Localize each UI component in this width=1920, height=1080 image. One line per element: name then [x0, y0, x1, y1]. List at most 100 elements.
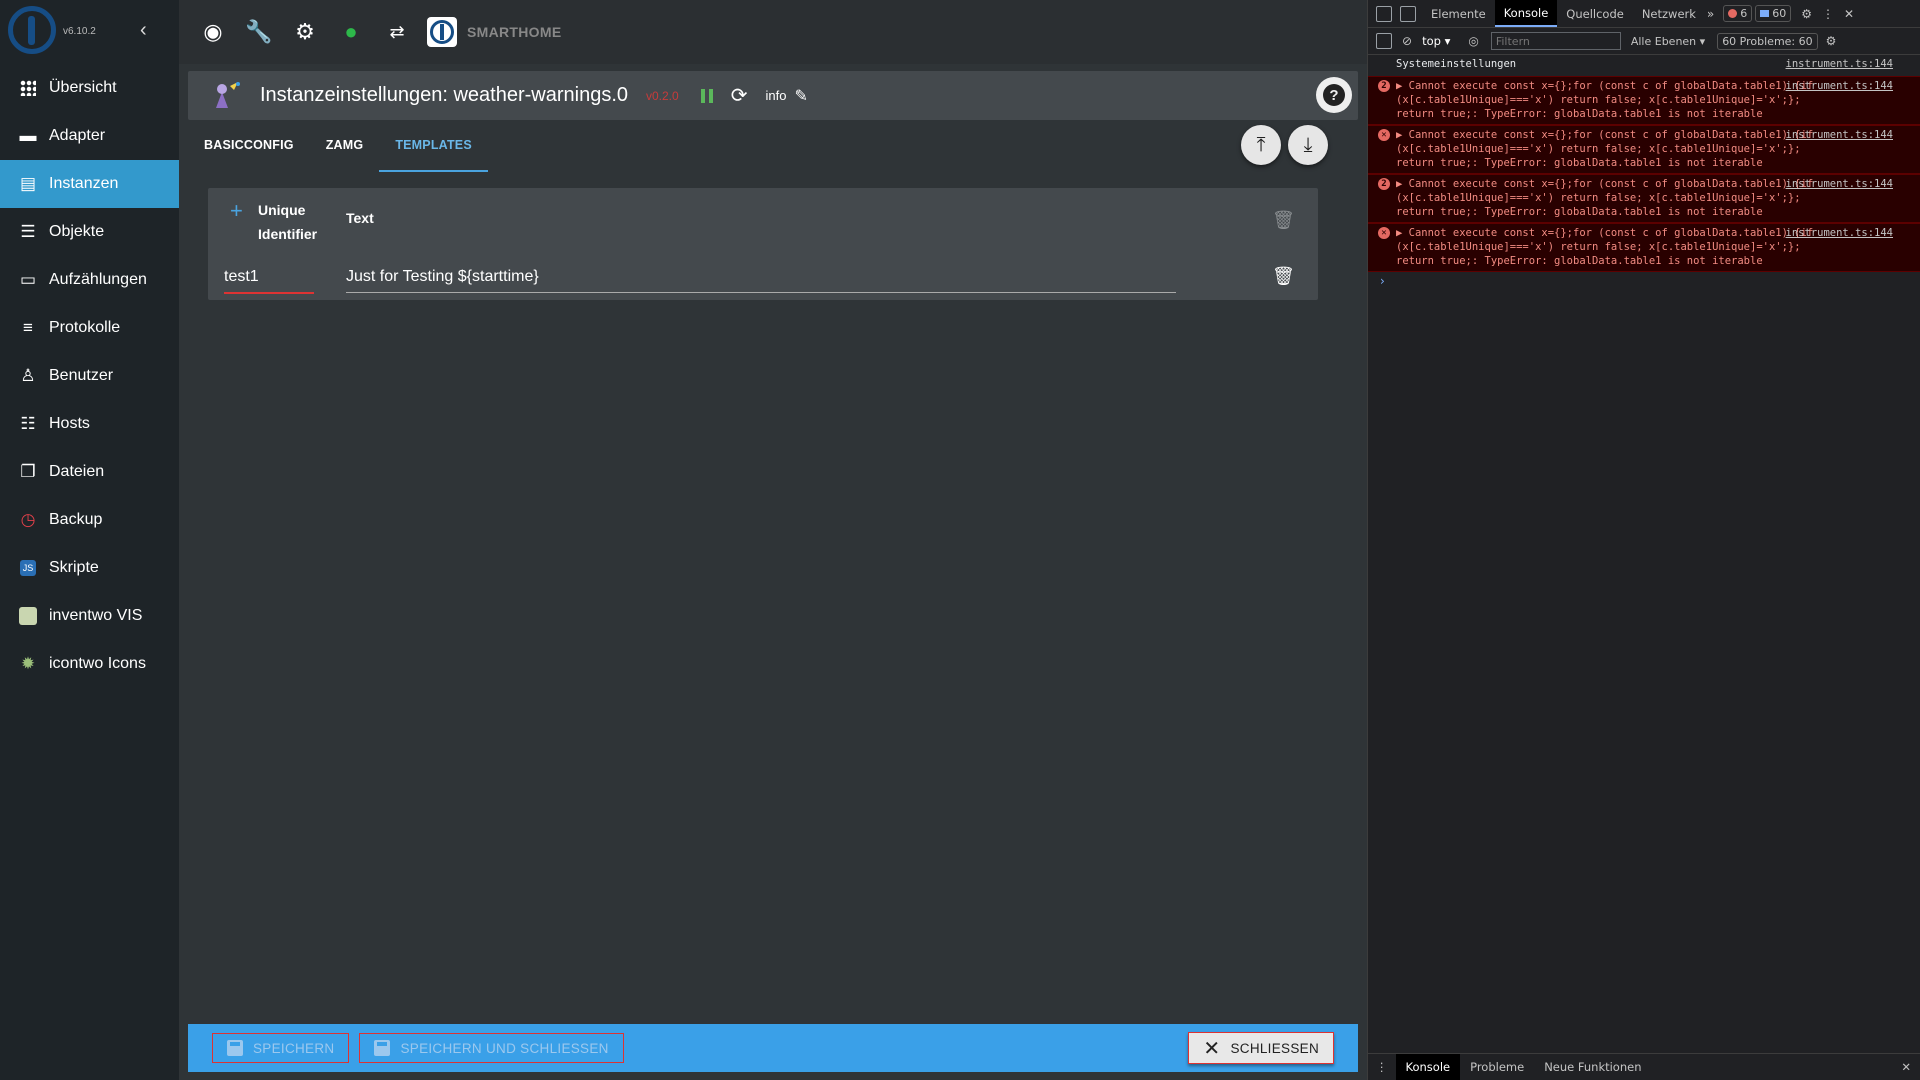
repeat-count-badge: 2	[1378, 80, 1390, 92]
sidebar-item-label: Übersicht	[49, 79, 117, 96]
sidebar-item-adapter[interactable]: ▬ Adapter	[0, 112, 179, 160]
log-entry-error[interactable]: ✕ ▶ Cannot execute const x={};for (const…	[1368, 223, 1920, 272]
instance-header: Instanzeinstellungen: weather-warnings.0…	[188, 71, 1358, 120]
message-icon	[1760, 10, 1770, 17]
drawer-tab-console[interactable]: Konsole	[1395, 1054, 1461, 1080]
tab-sources[interactable]: Quellcode	[1557, 0, 1633, 27]
download-button[interactable]: ⤓	[1288, 125, 1328, 165]
tab-elements[interactable]: Elemente	[1422, 0, 1495, 27]
sidebar-item-aufzaehlungen[interactable]: ▭ Aufzählungen	[0, 256, 179, 304]
sidebar-toggle-icon[interactable]	[1376, 33, 1392, 49]
sidebar-item-label: Adapter	[49, 127, 106, 144]
save-icon	[374, 1040, 391, 1056]
sidebar-item-hosts[interactable]: ☷ Hosts	[0, 400, 179, 448]
pause-icon[interactable]	[700, 88, 713, 103]
device-toggle-icon[interactable]	[1400, 5, 1416, 22]
issue-badges[interactable]: 6 60	[1720, 5, 1792, 22]
console-prompt[interactable]: ›	[1368, 274, 1920, 288]
settings-icon[interactable]: ⚙	[1801, 7, 1812, 21]
delete-row-icon[interactable]: 🗑	[1272, 266, 1295, 287]
console-log: Systemeinstellungen instrument.ts:144 2 …	[1368, 55, 1920, 288]
drawer-tab-issues[interactable]: Probleme	[1460, 1054, 1534, 1080]
sidebar-item-icontwo-icons[interactable]: ✹ icontwo Icons	[0, 640, 179, 688]
instances-icon: ▤	[19, 174, 37, 193]
top-toolbar: ◉ 🔧 ⚙ ● ⇄ SMARTHOME	[179, 0, 1367, 64]
page-title: Instanzeinstellungen: weather-warnings.0	[260, 84, 628, 106]
iobroker-logo[interactable]	[8, 6, 56, 54]
drawer-menu-icon[interactable]: ⋮	[1368, 1060, 1396, 1074]
sidebar-item-dateien[interactable]: ❐ Dateien	[0, 448, 179, 496]
help-button[interactable]: ?	[1316, 77, 1352, 113]
uid-field[interactable]: test1	[224, 268, 314, 294]
pencil-icon[interactable]: ✎	[794, 86, 807, 106]
tab-basicconfig[interactable]: BASICCONFIG	[188, 120, 310, 170]
sidebar-item-label: Hosts	[49, 415, 90, 432]
sidebar-item-objekte[interactable]: ☰ Objekte	[0, 208, 179, 256]
chevron-left-icon[interactable]: ‹	[140, 20, 147, 40]
sidebar: v6.10.2 ‹ Übersicht ▬ Adapter ▤ Instanze…	[0, 0, 179, 1080]
upload-button[interactable]: ⤒	[1241, 125, 1281, 165]
save-button[interactable]: SPEICHERN	[212, 1033, 350, 1063]
console-toolbar: ⊘ top ▾ ◎ Alle Ebenen ▾ 60 Probleme: 60 …	[1368, 28, 1920, 55]
list-icon: ☰	[20, 222, 36, 241]
source-link[interactable]: instrument.ts:144	[1786, 79, 1893, 93]
sidebar-item-inventwo-vis[interactable]: inventwo VIS	[0, 592, 179, 640]
kebab-menu-icon[interactable]: ⋮	[1822, 7, 1834, 21]
sidebar-item-uebersicht[interactable]: Übersicht	[0, 64, 179, 112]
eye-icon[interactable]: ◉	[201, 19, 225, 44]
tab-templates[interactable]: TEMPLATES	[379, 120, 488, 172]
user-icon: ♙	[20, 366, 36, 385]
close-icon: ✕	[1203, 1037, 1221, 1060]
filter-input[interactable]	[1490, 32, 1621, 50]
tab-console[interactable]: Konsole	[1494, 0, 1558, 27]
adapter-logo	[208, 78, 244, 114]
repeat-count-badge: 2	[1378, 178, 1390, 190]
more-tabs-icon[interactable]: »	[1707, 7, 1714, 21]
source-link[interactable]: instrument.ts:144	[1786, 57, 1893, 71]
problems-button[interactable]: 60 Probleme: 60	[1717, 32, 1818, 50]
error-icon: ✕	[1378, 129, 1390, 141]
drawer-tab-whats-new[interactable]: Neue Funktionen	[1534, 1054, 1651, 1080]
live-expression-icon[interactable]: ◎	[1468, 34, 1478, 48]
upload-icon: ⤒	[1256, 133, 1266, 156]
save-close-button[interactable]: SPEICHERN UND SCHLIESSEN	[359, 1033, 624, 1063]
templates-table: + Unique Identifier Text 🗑 test1 Just fo…	[208, 188, 1318, 300]
log-entry: Systemeinstellungen instrument.ts:144	[1396, 57, 1893, 71]
log-levels-select[interactable]: Alle Ebenen ▾	[1631, 35, 1705, 48]
log-entry-error[interactable]: 2 ▶ Cannot execute const x={};for (const…	[1368, 174, 1920, 223]
tab-zamg[interactable]: ZAMG	[310, 120, 380, 170]
source-link[interactable]: instrument.ts:144	[1786, 177, 1893, 191]
log-entry-error[interactable]: ✕ ▶ Cannot execute const x={};for (const…	[1368, 125, 1920, 174]
source-link[interactable]: instrument.ts:144	[1786, 226, 1893, 240]
text-field[interactable]: Just for Testing ${starttime}	[346, 268, 1176, 293]
sidebar-item-label: Dateien	[49, 463, 105, 480]
sidebar-item-skripte[interactable]: JS Skripte	[0, 544, 179, 592]
enum-icon: ▭	[19, 270, 37, 289]
expert-mode-icon[interactable]: ●	[339, 19, 363, 44]
sidebar-item-benutzer[interactable]: ♙ Benutzer	[0, 352, 179, 400]
gear-icon[interactable]: ⚙	[293, 19, 317, 44]
console-settings-icon[interactable]: ⚙	[1826, 34, 1837, 48]
close-devtools-icon[interactable]: ✕	[1844, 7, 1854, 21]
info-link[interactable]: info	[765, 88, 786, 103]
brand-name: SMARTHOME	[467, 24, 562, 40]
add-row-icon[interactable]: +	[230, 198, 243, 224]
sidebar-item-instanzen[interactable]: ▤ Instanzen	[0, 160, 179, 208]
instance-settings-panel: Instanzeinstellungen: weather-warnings.0…	[188, 71, 1358, 1071]
sidebar-item-label: Protokolle	[49, 319, 121, 336]
sync-icon[interactable]: ⇄	[385, 20, 409, 44]
error-badge: 6	[1723, 5, 1753, 22]
reload-icon[interactable]: ⟳	[731, 83, 748, 108]
inspect-icon[interactable]	[1376, 5, 1392, 22]
column-header-text: Text	[346, 210, 374, 226]
context-select[interactable]: top ▾	[1422, 34, 1450, 48]
close-button[interactable]: ✕ SCHLIESSEN	[1188, 1032, 1334, 1064]
tab-network[interactable]: Netzwerk	[1633, 0, 1705, 27]
log-entry-error[interactable]: 2 ▶ Cannot execute const x={};for (const…	[1368, 76, 1920, 125]
wrench-icon[interactable]: 🔧	[245, 19, 272, 44]
clear-console-icon[interactable]: ⊘	[1402, 34, 1412, 48]
close-drawer-icon[interactable]: ✕	[1901, 1060, 1911, 1074]
source-link[interactable]: instrument.ts:144	[1786, 128, 1893, 142]
sidebar-item-protokolle[interactable]: ≡ Protokolle	[0, 304, 179, 352]
sidebar-item-backup[interactable]: ◷ Backup	[0, 496, 179, 544]
